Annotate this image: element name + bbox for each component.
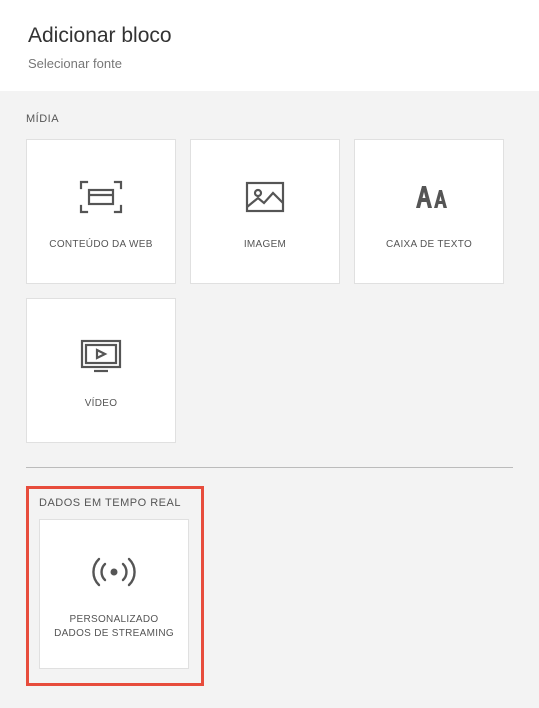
tile-image[interactable]: IMAGEM [190,139,340,284]
video-icon [76,331,126,381]
content-area: MÍDIA CONTEÚDO DA WEB [0,91,539,708]
tile-streaming-data[interactable]: PERSONALIZADO DADOS DE STREAMING [39,519,189,669]
tile-label-line2: DADOS DE STREAMING [54,627,174,641]
tile-textbox[interactable]: CAIXA DE TEXTO [354,139,504,284]
realtime-section-highlight: DADOS EM TEMPO REAL PERSONALIZADO DADOS … [26,486,204,686]
tile-label: IMAGEM [244,238,286,252]
tile-label: CONTEÚDO DA WEB [49,238,152,252]
textbox-icon [404,172,454,222]
realtime-section-label: DADOS EM TEMPO REAL [39,497,191,509]
tile-web-content[interactable]: CONTEÚDO DA WEB [26,139,176,284]
web-content-icon [76,172,126,222]
tile-video[interactable]: VÍDEO [26,298,176,443]
dialog-subtitle: Selecionar fonte [28,56,511,71]
media-section-label: MÍDIA [26,113,513,125]
tile-label: PERSONALIZADO DADOS DE STREAMING [54,613,174,641]
dialog-title: Adicionar bloco [28,24,511,48]
streaming-icon [89,547,139,597]
image-icon [240,172,290,222]
section-divider [26,467,513,468]
tile-label: CAIXA DE TEXTO [386,238,472,252]
tile-label-line1: PERSONALIZADO [70,613,159,627]
tile-label: VÍDEO [85,397,118,411]
media-tile-grid: CONTEÚDO DA WEB IMAGEM CAIXA DE TEXTO [26,139,513,443]
dialog-header: Adicionar bloco Selecionar fonte [0,0,539,91]
